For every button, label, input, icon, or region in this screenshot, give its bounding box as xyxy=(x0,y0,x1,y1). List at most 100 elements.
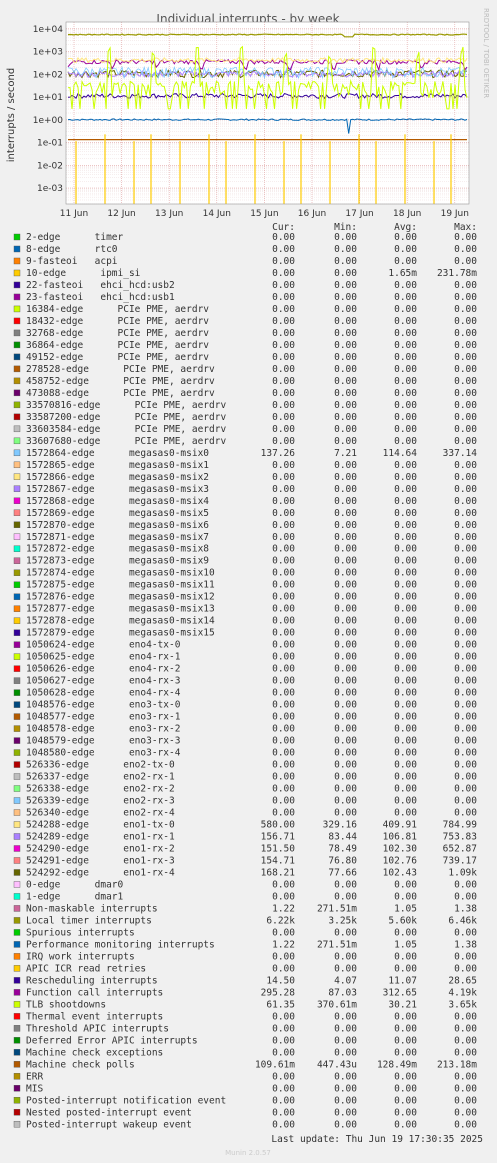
legend-swatch xyxy=(13,353,21,361)
legend-swatch xyxy=(13,1097,21,1104)
legend-value: 0.00 xyxy=(272,388,295,399)
legend-value: 0.00 xyxy=(454,628,477,639)
legend-swatch xyxy=(13,1001,21,1008)
legend-value: 329.16 xyxy=(323,820,358,831)
legend-value: 0.00 xyxy=(394,963,417,974)
legend-swatch xyxy=(13,1121,21,1128)
legend-value: 4.07 xyxy=(334,975,357,986)
legend-swatch xyxy=(13,845,21,852)
legend-value: 0.00 xyxy=(394,280,417,291)
legend-value: 0.00 xyxy=(334,640,357,651)
legend-value: 0.00 xyxy=(394,436,417,447)
legend-series-name: 49152-edge PCIe PME, aerdrv xyxy=(26,352,209,363)
legend-value: 3.25k xyxy=(328,915,357,926)
legend-value: 0.00 xyxy=(272,963,295,974)
legend-series-name: 1572868-edge megasas0-msix4 xyxy=(26,496,209,507)
legend-value: 0.00 xyxy=(334,532,357,543)
legend-value: 1.38 xyxy=(454,939,477,950)
legend-value: 0.00 xyxy=(334,927,357,938)
legend-series-name: 8-edge rtc0 xyxy=(26,244,118,255)
legend-series-name: 473088-edge PCIe PME, aerdrv xyxy=(26,388,215,399)
legend-value: 0.00 xyxy=(394,1119,417,1130)
legend-value: 0.00 xyxy=(334,268,357,279)
legend-value: 0.00 xyxy=(454,1095,477,1106)
legend-swatch xyxy=(13,617,21,624)
legend-swatch xyxy=(13,1085,21,1092)
legend-swatch xyxy=(13,293,21,301)
legend-swatch xyxy=(13,1013,21,1020)
legend-value: 6.46k xyxy=(448,915,477,926)
legend-value: 0.00 xyxy=(394,580,417,591)
x-tick-label: 16 Jun xyxy=(298,209,326,219)
legend-value: 114.64 xyxy=(383,448,418,459)
legend-series-name: 33570816-edge PCIe PME, aerdrv xyxy=(26,400,226,411)
legend-series-name: 1048578-edge eno3-rx-2 xyxy=(26,724,180,735)
legend-series-name: 1572877-edge megasas0-msix13 xyxy=(26,604,215,615)
legend-value: 0.00 xyxy=(334,772,357,783)
legend-value: 0.00 xyxy=(454,364,477,375)
legend-series-name: 1572876-edge megasas0-msix12 xyxy=(26,592,215,603)
legend-swatch xyxy=(13,569,21,576)
legend-value: 0.00 xyxy=(272,772,295,783)
legend-value: 0.00 xyxy=(272,292,295,303)
legend-series-name: 1572871-edge megasas0-msix7 xyxy=(26,532,209,543)
legend-value: 0.00 xyxy=(394,712,417,723)
legend-swatch xyxy=(13,1061,21,1068)
legend-value: 0.00 xyxy=(394,724,417,735)
legend-value: 0.00 xyxy=(334,232,357,243)
legend-series-name: 16384-edge PCIe PME, aerdrv xyxy=(26,304,209,315)
legend-value: 0.00 xyxy=(334,616,357,627)
legend-value: 0.00 xyxy=(394,700,417,711)
legend-series-name: 9-fasteoi acpi xyxy=(26,256,118,267)
legend-value: 0.00 xyxy=(334,1023,357,1034)
legend-value: 0.00 xyxy=(272,1047,295,1058)
legend-value: 128.49m xyxy=(377,1059,417,1070)
legend-value: 739.17 xyxy=(443,855,477,866)
legend-series-name: 23-fasteoi ehci_hcd:usb1 xyxy=(26,292,175,303)
legend-value: 0.00 xyxy=(394,676,417,687)
legend-swatch xyxy=(13,689,21,696)
legend-series-name: Posted-interrupt wakeup event xyxy=(26,1119,192,1130)
legend-value: 3.65k xyxy=(448,999,477,1010)
legend-value: 312.65 xyxy=(383,987,417,998)
legend-value: 0.00 xyxy=(334,700,357,711)
legend-value: 0.00 xyxy=(334,676,357,687)
legend-series-name: 1572872-edge megasas0-msix8 xyxy=(26,544,209,555)
legend-value: 0.00 xyxy=(394,472,417,483)
legend-value: 0.00 xyxy=(272,688,295,699)
legend-value: 87.03 xyxy=(328,987,357,998)
legend-value: 0.00 xyxy=(272,268,295,279)
legend-value: 102.43 xyxy=(383,867,417,878)
legend-value: 102.76 xyxy=(383,855,418,866)
legend-series-name: 33603584-edge PCIe PME, aerdrv xyxy=(26,424,226,435)
legend-value: 0.00 xyxy=(394,364,417,375)
legend-value: 0.00 xyxy=(394,796,417,807)
legend-series-name: Machine check exceptions xyxy=(26,1047,163,1058)
x-tick-label: 15 Jun xyxy=(250,209,278,219)
x-tick-labels: 11 Jun 12 Jun 13 Jun 14 Jun 15 Jun 16 Jun 17 J… xyxy=(60,209,469,219)
legend-value: 0.00 xyxy=(334,879,357,890)
legend-value: 231.78m xyxy=(437,268,477,279)
legend-series-name: Deferred Error APIC interrupts xyxy=(26,1035,198,1046)
legend-value: 7.21 xyxy=(334,448,357,459)
legend-series-name: Thermal event interrupts xyxy=(26,1011,163,1022)
legend-swatch xyxy=(13,929,21,936)
legend-value: 0.00 xyxy=(454,316,477,327)
legend-value: 0.00 xyxy=(272,580,295,591)
legend-value: 0.00 xyxy=(394,304,417,315)
legend-value: 1.05 xyxy=(394,939,417,950)
x-tick-label: 19 Jun xyxy=(441,209,469,219)
x-tick-label: 18 Jun xyxy=(393,209,421,219)
legend-value: 0.00 xyxy=(394,1023,417,1034)
legend-value: 0.00 xyxy=(454,244,477,255)
legend-value: 0.00 xyxy=(334,688,357,699)
legend-value: 5.60k xyxy=(388,915,417,926)
legend-value: 0.00 xyxy=(334,963,357,974)
legend-swatch xyxy=(13,341,21,349)
legend-value: 753.83 xyxy=(443,832,477,843)
legend-value: 0.00 xyxy=(334,1035,357,1046)
legend-value: 0.00 xyxy=(334,736,357,747)
legend-value: 0.00 xyxy=(454,604,477,615)
legend-series-name: Threshold APIC interrupts xyxy=(26,1023,169,1034)
legend-series-name: MIS xyxy=(26,1083,43,1094)
